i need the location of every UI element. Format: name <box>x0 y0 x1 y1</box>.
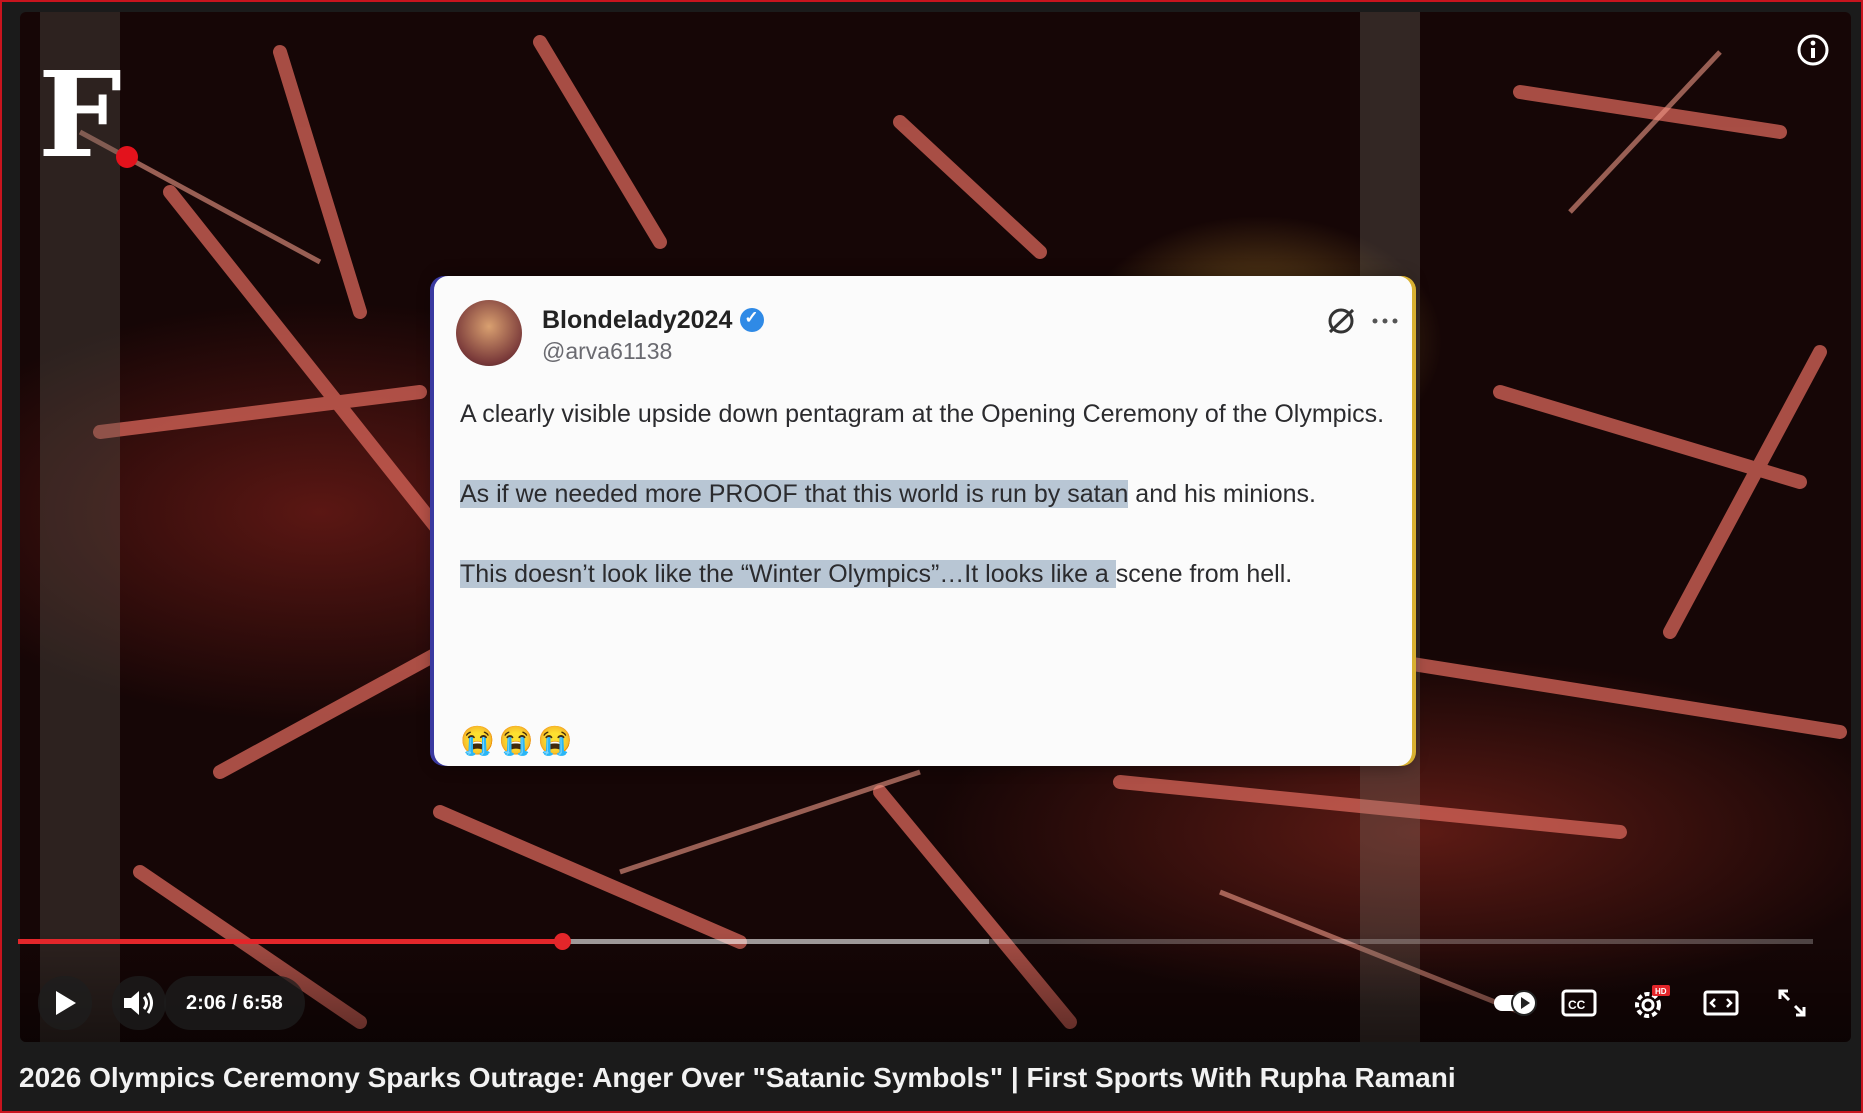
svg-text:CC: CC <box>1568 998 1586 1012</box>
tweet-paragraph-1: A clearly visible upside down pentagram … <box>460 400 1385 428</box>
tweet-username: Blondelady2024 <box>542 306 765 335</box>
info-icon <box>1797 34 1829 66</box>
progress-bar[interactable] <box>18 933 1813 950</box>
theater-mode-button[interactable] <box>1696 978 1746 1028</box>
highlighted-text: This doesn’t look like the “Winter Olymp… <box>460 560 1116 588</box>
tweet-emoji: 😭😭😭 <box>460 725 577 756</box>
time-display: 2:06 / 6:58 <box>164 976 305 1030</box>
settings-button[interactable]: HD <box>1625 978 1675 1028</box>
verified-badge-icon <box>740 308 765 332</box>
info-button[interactable] <box>1795 32 1831 68</box>
fullscreen-icon <box>1778 989 1806 1017</box>
publisher-logo: F <box>38 45 138 184</box>
scrubber-knob[interactable] <box>553 933 571 950</box>
username-text: Blondelady2024 <box>542 306 733 334</box>
paragraph-text: and his minions. <box>1128 480 1316 508</box>
video-title: 2026 Olympics Ceremony Sparks Outrage: A… <box>19 1062 1456 1093</box>
tweet-paragraph-3: This doesn’t look like the “Winter Olymp… <box>460 554 1390 594</box>
fullscreen-button[interactable] <box>1767 978 1817 1028</box>
more-icon <box>1372 318 1398 324</box>
video-player[interactable]: F Blondelady2024 @arva61138 A clearly vi… <box>20 12 1851 1042</box>
tweet-handle: @arva61138 <box>542 338 673 364</box>
play-button[interactable] <box>38 976 92 1030</box>
volume-icon <box>124 991 153 1015</box>
volume-button[interactable] <box>112 976 166 1030</box>
autoplay-toggle[interactable] <box>1484 978 1548 1028</box>
tweet-paragraph-2: As if we needed more PROOF that this wor… <box>460 474 1390 514</box>
logo-dot <box>116 146 138 168</box>
captions-button[interactable]: CC <box>1554 978 1604 1028</box>
captions-icon: CC <box>1561 989 1597 1017</box>
autoplay-toggle-icon <box>1494 990 1537 1016</box>
avatar <box>456 300 522 366</box>
theater-mode-icon <box>1703 990 1739 1016</box>
grok-icon <box>1328 308 1355 334</box>
highlighted-text: As if we needed more PROOF that this wor… <box>460 480 1129 508</box>
play-icon <box>56 991 76 1015</box>
settings-icon: HD <box>1635 985 1670 1018</box>
paragraph-text: scene from hell. <box>1115 560 1293 588</box>
logo-letter: F <box>38 45 122 184</box>
tweet-card: Blondelady2024 @arva61138 A clearly visi… <box>434 276 1412 766</box>
played-bar <box>18 939 562 944</box>
hd-badge: HD <box>1655 987 1667 996</box>
tweet-body: A clearly visible upside down pentagram … <box>460 394 1390 634</box>
